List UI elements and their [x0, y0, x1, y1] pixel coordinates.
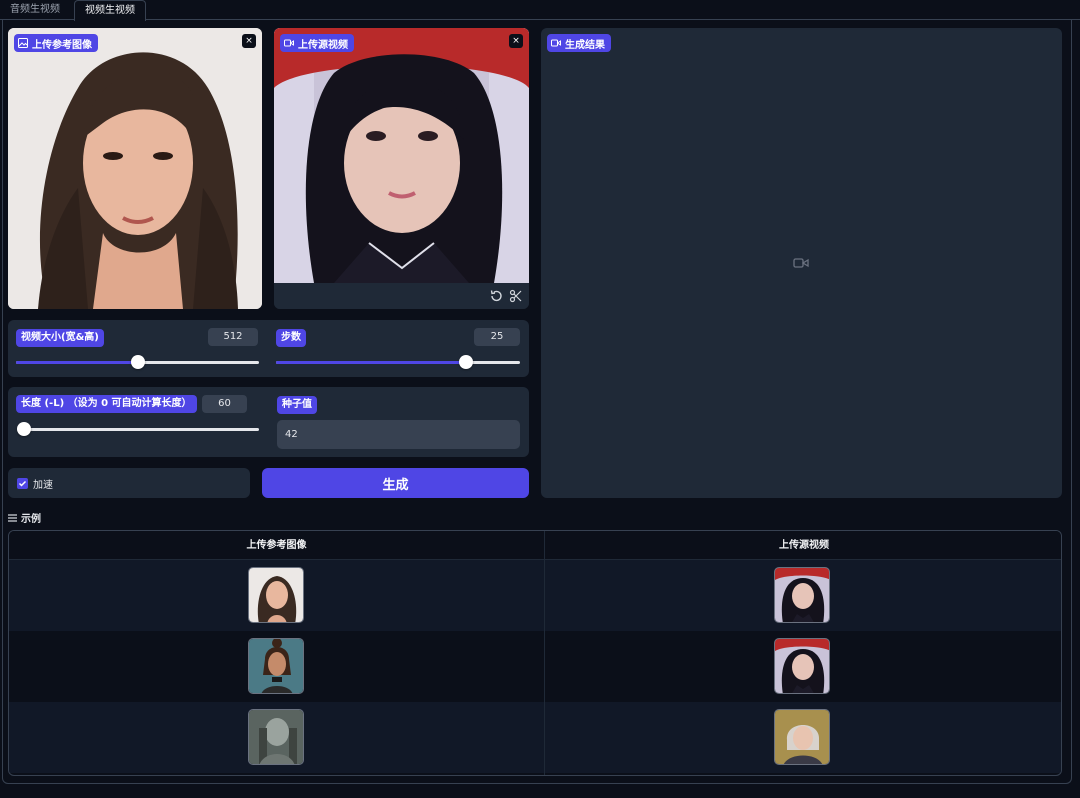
column-header-reference: 上传参考图像	[246, 540, 307, 551]
video-size-thumb[interactable]	[130, 355, 145, 369]
video-size-slider[interactable]	[16, 355, 259, 369]
length-thumb[interactable]	[17, 422, 31, 436]
size-steps-panel: 视频大小(宽&高) 512 步数 25	[8, 320, 529, 377]
example-source-thumb[interactable]	[774, 567, 830, 623]
steps-thumb[interactable]	[459, 355, 474, 369]
column-divider	[544, 531, 545, 775]
undo-icon[interactable]	[489, 289, 503, 303]
reference-portrait-image	[8, 28, 262, 309]
reference-image-label: 上传参考图像	[32, 39, 92, 51]
length-input[interactable]: 60	[202, 395, 247, 413]
example-row[interactable]	[9, 702, 1061, 773]
example-source-thumb[interactable]	[774, 638, 830, 694]
reference-image-badge: 上传参考图像	[14, 34, 98, 52]
seed-label: 种子值	[277, 396, 317, 414]
seed-input[interactable]: 42	[277, 420, 520, 449]
example-row[interactable]	[9, 560, 1061, 631]
example-reference-thumb[interactable]	[248, 567, 304, 623]
tab-bar: 音频生视频 视频生视频	[0, 0, 1080, 21]
steps-input[interactable]: 25	[474, 328, 520, 346]
examples-title: 示例	[21, 514, 41, 525]
list-icon	[8, 513, 17, 522]
steps-label: 步数	[276, 329, 306, 347]
source-video-panel[interactable]: 上传源视频 ×	[274, 28, 529, 309]
result-panel: 生成结果	[541, 28, 1062, 498]
length-seed-panel: 长度 (-L) （设为 0 可自动计算长度） 60 种子值 42	[8, 387, 529, 457]
video-icon	[284, 39, 294, 47]
tab-audio-to-video[interactable]: 音频生视频	[0, 0, 70, 20]
checkmark-icon	[18, 480, 27, 487]
video-toolbar	[274, 283, 529, 309]
image-icon	[18, 38, 28, 48]
video-size-fill	[16, 361, 138, 364]
column-header-source: 上传源视频	[779, 540, 829, 551]
accelerate-label: 加速	[33, 480, 53, 491]
video-size-input[interactable]: 512	[208, 328, 258, 346]
steps-slider[interactable]	[276, 355, 520, 369]
examples-table: 上传参考图像 上传源视频	[8, 530, 1062, 776]
example-row[interactable]	[9, 631, 1061, 702]
video-placeholder-icon	[793, 258, 809, 268]
video-size-label: 视频大小(宽&高)	[16, 329, 104, 347]
scissors-icon[interactable]	[509, 289, 523, 303]
close-source-video-button[interactable]: ×	[509, 34, 523, 48]
steps-fill	[276, 361, 467, 364]
examples-header[interactable]: 示例	[8, 510, 41, 525]
examples-table-header: 上传参考图像 上传源视频	[9, 531, 1061, 560]
close-reference-image-button[interactable]: ×	[242, 34, 256, 48]
example-reference-thumb[interactable]	[248, 709, 304, 765]
source-video-badge: 上传源视频	[280, 34, 354, 52]
length-slider[interactable]	[17, 422, 259, 436]
generate-button[interactable]: 生成	[262, 468, 529, 498]
example-source-thumb[interactable]	[774, 709, 830, 765]
result-badge: 生成结果	[547, 34, 611, 52]
tab-video-to-video[interactable]: 视频生视频	[74, 0, 146, 21]
accelerate-checkbox[interactable]	[17, 478, 28, 489]
example-reference-thumb[interactable]	[248, 638, 304, 694]
length-label: 长度 (-L) （设为 0 可自动计算长度）	[16, 395, 197, 413]
source-video-label: 上传源视频	[298, 39, 348, 51]
video-icon	[551, 39, 561, 47]
accelerate-panel[interactable]: 加速	[8, 468, 250, 498]
source-video-frame	[274, 28, 529, 283]
reference-image-panel[interactable]: 上传参考图像 ×	[8, 28, 262, 309]
result-label: 生成结果	[565, 39, 605, 51]
